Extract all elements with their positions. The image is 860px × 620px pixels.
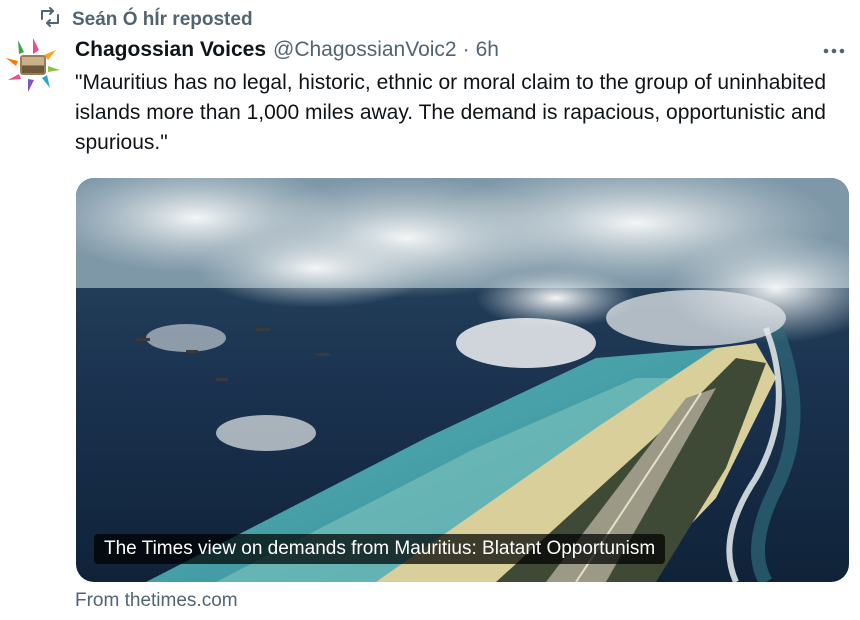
tweet-header: Chagossian Voices @ChagossianVoic2 · 6h [75,36,848,64]
link-card[interactable]: The Times view on demands from Mauritius… [76,178,849,582]
author-display-name[interactable]: Chagossian Voices [75,36,266,64]
avatar[interactable] [4,36,62,94]
timestamp[interactable]: 6h [476,36,499,64]
more-options-button[interactable] [820,36,848,64]
repost-label: Seán Ó hÍr reposted [72,9,253,30]
more-horizontal-icon [823,41,845,59]
tweet-text: "Mauritius has no legal, historic, ethni… [75,71,827,154]
repost-indicator[interactable]: Seán Ó hÍr reposted [38,5,253,35]
repost-icon [38,5,62,35]
card-caption: The Times view on demands from Mauritius… [94,534,666,564]
card-image [76,178,849,582]
author-handle[interactable]: @ChagossianVoic2 [273,36,457,64]
separator-dot: · [462,38,470,61]
card-source[interactable]: From thetimes.com [75,590,238,612]
